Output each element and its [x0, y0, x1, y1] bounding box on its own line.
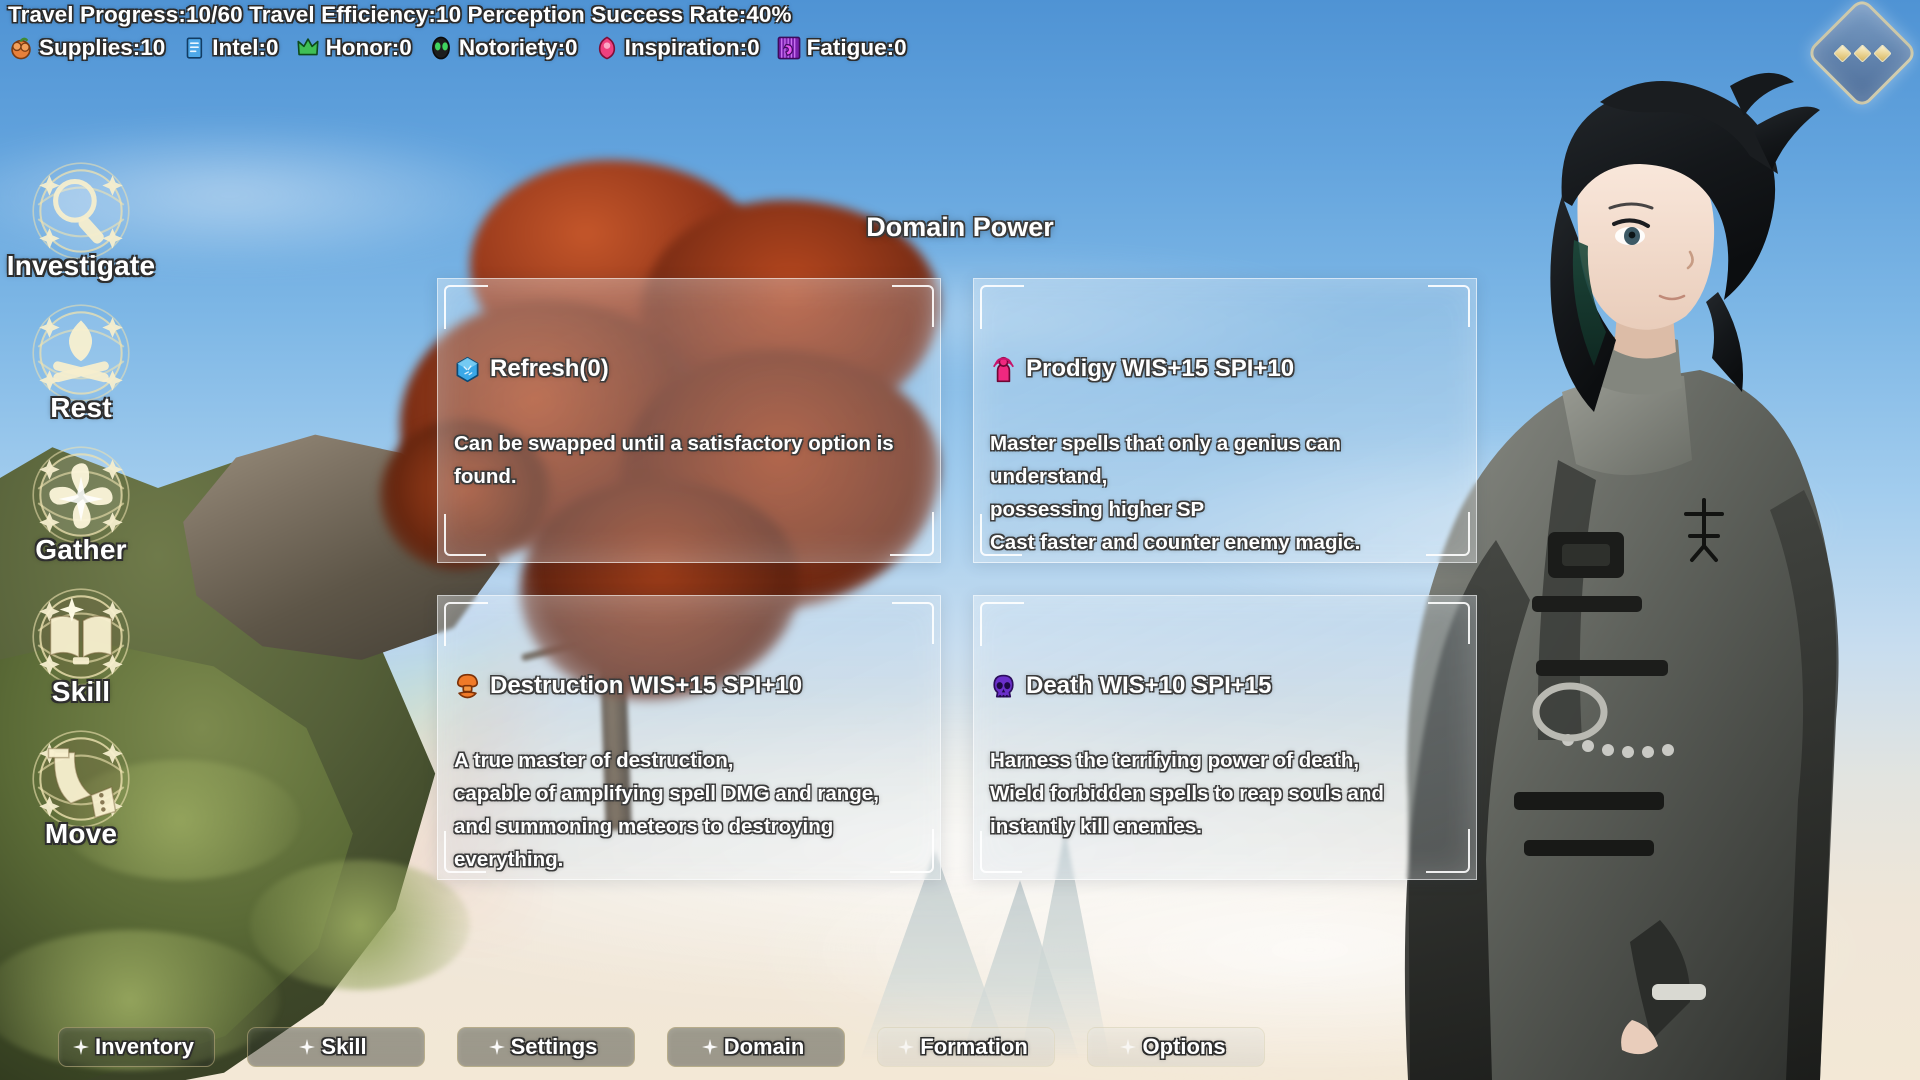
- sidebar-item-rest[interactable]: Rest: [6, 292, 156, 434]
- card-desc-line: Harness the terrifying power of death,: [990, 749, 1360, 772]
- horn-icon: [32, 730, 130, 828]
- card-desc-line: Cast faster and counter enemy magic.: [990, 531, 1361, 554]
- bottom-button-label: Options: [1142, 1034, 1226, 1059]
- card-description: A true master of destruction, capable of…: [454, 744, 924, 876]
- fatigue-icon: [777, 36, 800, 60]
- resource-supplies[interactable]: Supplies:10: [8, 35, 165, 61]
- resource-inspiration[interactable]: Inspiration:0: [594, 35, 760, 61]
- diamond-dots: [1822, 13, 1902, 93]
- card-header: Destruction WIS+15 SPI+10: [454, 672, 924, 700]
- sparkle-icon: [898, 1039, 915, 1055]
- card-title: Prodigy WIS+15 SPI+10: [1026, 355, 1295, 382]
- sidebar-item-move[interactable]: Move: [6, 718, 156, 860]
- resource-label: Supplies:10: [39, 35, 166, 60]
- resource-label: Inspiration:0: [624, 35, 760, 60]
- bottom-button-label: Formation: [920, 1034, 1028, 1059]
- sidebar-item-skill[interactable]: Skill: [6, 576, 156, 718]
- bottom-button-label: Domain: [723, 1034, 805, 1059]
- resource-fatigue[interactable]: Fatigue:0: [776, 35, 907, 61]
- intel-icon: [186, 37, 203, 59]
- bottom-button-domain[interactable]: Domain: [667, 1027, 846, 1067]
- magnifier-icon: [32, 162, 130, 260]
- bottom-button-label: Inventory: [95, 1034, 195, 1059]
- sparkle-icon: [1120, 1039, 1137, 1055]
- sidebar-item-investigate[interactable]: Investigate: [6, 150, 156, 292]
- card-desc-line: possessing higher SP: [990, 498, 1205, 521]
- resource-label: Fatigue:0: [806, 35, 907, 60]
- card-desc-line: A true master of destruction,: [454, 749, 734, 772]
- notoriety-icon: [431, 36, 450, 60]
- card-header: Death WIS+10 SPI+15: [990, 672, 1460, 700]
- card-header: Refresh(0): [454, 355, 924, 383]
- card-header: Prodigy WIS+15 SPI+10: [990, 355, 1460, 383]
- card-title: Destruction WIS+15 SPI+10: [490, 672, 803, 699]
- card-corner: [892, 602, 934, 644]
- book-icon: [32, 588, 130, 686]
- bottom-button-label: Settings: [510, 1034, 598, 1059]
- sidebar-item-gather[interactable]: Gather: [6, 434, 156, 576]
- resource-label: Honor:0: [325, 35, 412, 60]
- card-desc-line: instantly kill enemies.: [990, 815, 1202, 838]
- card-description: Harness the terrifying power of death, W…: [990, 744, 1460, 843]
- bottom-navigation-bar: Inventory Skill Settings Domain Formatio…: [0, 1020, 1920, 1074]
- resource-bar: Supplies:10 Intel:0 Honor:0 Notoriety:0 …: [8, 35, 923, 61]
- bottom-button-options[interactable]: Options: [1087, 1027, 1266, 1067]
- sparkle-icon: [299, 1039, 316, 1055]
- inspiration-icon: [598, 36, 615, 60]
- card-title: Death WIS+10 SPI+15: [1026, 672, 1272, 699]
- menu-diamond-button[interactable]: [1805, 0, 1919, 110]
- domain-card-grid: Refresh(0) Can be swapped until a satisf…: [437, 278, 1477, 880]
- diamond-dot-icon: [1872, 43, 1892, 63]
- action-sidebar: Investigate Rest Gather Skill Move: [6, 150, 156, 860]
- card-title: Refresh(0): [490, 355, 609, 382]
- card-corner: [1428, 602, 1470, 644]
- domain-panel-title: Domain Power: [866, 212, 1054, 242]
- card-desc-line: Can be swapped until a satisfactory opti…: [454, 432, 894, 488]
- supplies-icon: [11, 37, 31, 60]
- card-corner: [444, 514, 486, 556]
- explosion-icon: [456, 673, 479, 698]
- card-desc-line: capable of amplifying spell DMG and rang…: [454, 782, 879, 805]
- bottom-button-formation[interactable]: Formation: [877, 1027, 1056, 1067]
- card-description: Master spells that only a genius can und…: [990, 427, 1460, 559]
- domain-card-death[interactable]: Death WIS+10 SPI+15 Harness the terrifyi…: [973, 595, 1477, 880]
- card-corner: [892, 285, 934, 327]
- diamond-dot-icon: [1852, 43, 1872, 63]
- resource-intel[interactable]: Intel:0: [181, 35, 279, 61]
- resource-label: Notoriety:0: [458, 35, 578, 60]
- sparkle-icon: [488, 1039, 505, 1055]
- card-desc-line: and summoning meteors to destroying ever…: [454, 815, 834, 871]
- card-corner: [1428, 285, 1470, 327]
- card-description: Can be swapped until a satisfactory opti…: [454, 427, 924, 493]
- campfire-icon: [32, 304, 130, 402]
- card-desc-line: Master spells that only a genius can und…: [990, 432, 1341, 488]
- diamond-dot-icon: [1832, 43, 1852, 63]
- domain-card-prodigy[interactable]: Prodigy WIS+15 SPI+10 Master spells that…: [973, 278, 1477, 563]
- crystal-icon: [456, 356, 479, 382]
- bottom-button-inventory[interactable]: Inventory: [58, 1027, 216, 1067]
- honor-icon: [297, 38, 319, 56]
- resource-honor[interactable]: Honor:0: [295, 35, 412, 61]
- domain-card-refresh[interactable]: Refresh(0) Can be swapped until a satisf…: [437, 278, 941, 563]
- card-desc-line: Wield forbidden spells to reap souls and: [990, 782, 1384, 805]
- resource-label: Intel:0: [212, 35, 279, 60]
- prodigy-figure-icon: [993, 356, 1014, 382]
- bottom-button-settings[interactable]: Settings: [457, 1027, 636, 1067]
- resource-notoriety[interactable]: Notoriety:0: [428, 35, 578, 61]
- skull-icon: [993, 674, 1014, 697]
- domain-card-destruction[interactable]: Destruction WIS+15 SPI+10 A true master …: [437, 595, 941, 880]
- clover-icon: [32, 446, 130, 544]
- bottom-button-label: Skill: [321, 1034, 367, 1059]
- sparkle-icon: [701, 1039, 718, 1055]
- bottom-button-skill[interactable]: Skill: [247, 1027, 426, 1067]
- sparkle-icon: [73, 1039, 89, 1055]
